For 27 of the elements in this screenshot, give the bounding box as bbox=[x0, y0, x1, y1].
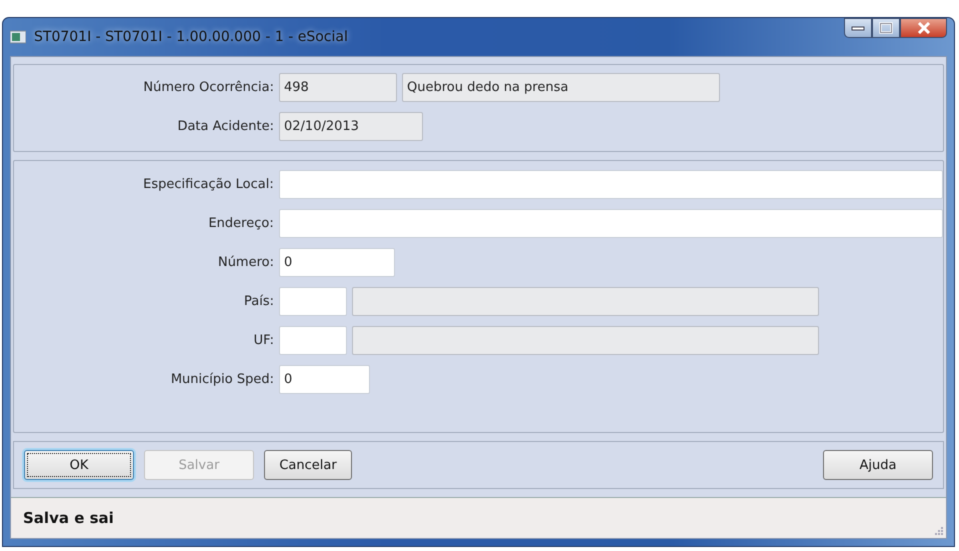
close-button[interactable] bbox=[900, 18, 947, 38]
text-field[interactable] bbox=[278, 209, 943, 238]
status-text: Salva e sai bbox=[23, 509, 114, 527]
field-label: Data Acidente: bbox=[176, 119, 274, 134]
field-label: Número: bbox=[216, 255, 274, 270]
maximize-icon bbox=[879, 22, 893, 34]
text-field[interactable] bbox=[279, 287, 347, 316]
text-field[interactable]: 0 bbox=[279, 365, 370, 394]
field-label: Município Sped: bbox=[170, 372, 274, 387]
dialog-button[interactable]: OK bbox=[24, 450, 134, 480]
dialog-button[interactable]: Ajuda bbox=[823, 450, 933, 480]
field-label: Especificação Local: bbox=[142, 177, 274, 192]
dialog-button[interactable]: Cancelar bbox=[264, 450, 352, 480]
field-label: País: bbox=[243, 294, 274, 309]
close-icon bbox=[916, 22, 930, 34]
text-field[interactable]: 0 bbox=[279, 248, 395, 277]
maximize-button[interactable] bbox=[872, 18, 900, 38]
field-label: Endereço: bbox=[207, 216, 274, 231]
app-icon bbox=[10, 30, 26, 44]
field-label: Número Ocorrência: bbox=[142, 80, 274, 95]
resize-grip-icon bbox=[933, 525, 943, 535]
field-label: UF: bbox=[252, 333, 274, 348]
minimize-icon bbox=[851, 25, 865, 31]
text-field[interactable] bbox=[279, 326, 347, 355]
text-field[interactable] bbox=[278, 170, 943, 199]
window-title: ST0701I - ST0701I - 1.00.00.000 - 1 - eSocial bbox=[34, 29, 348, 45]
minimize-button[interactable] bbox=[844, 18, 872, 38]
